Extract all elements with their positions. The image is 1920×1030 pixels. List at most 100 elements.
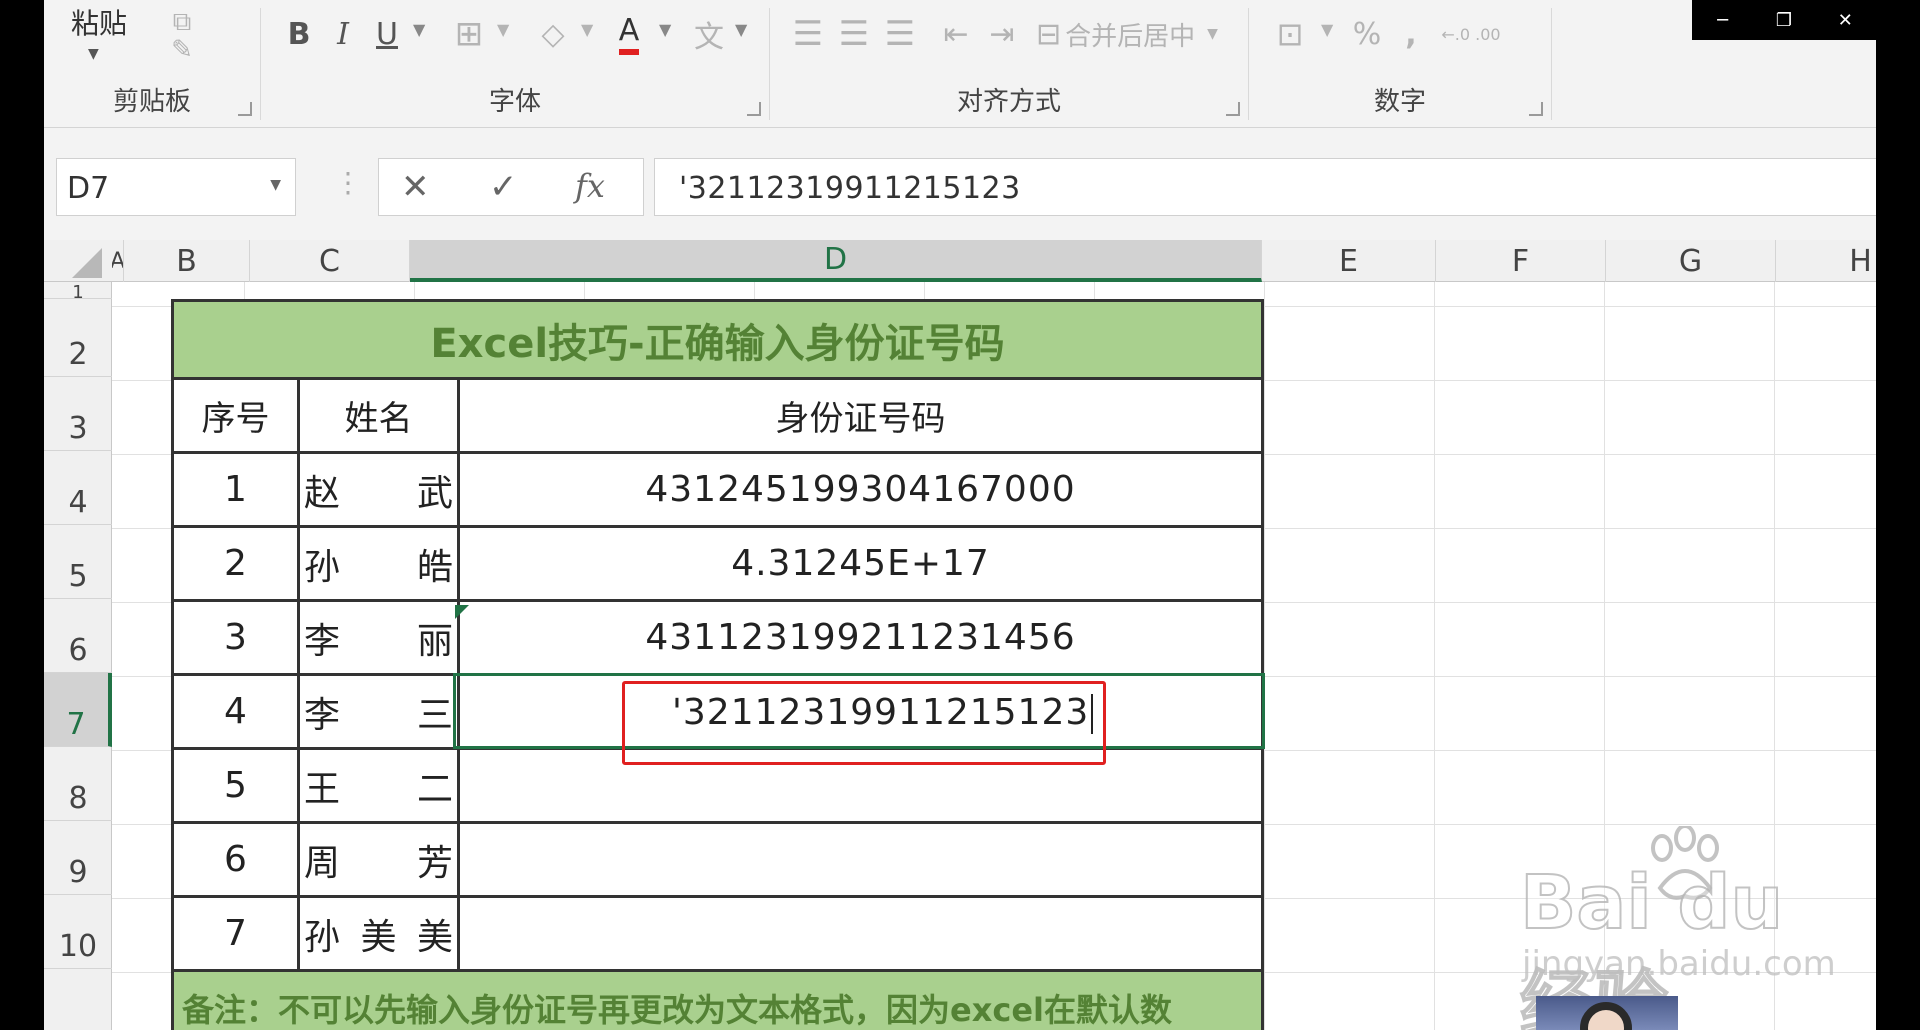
column-header-f[interactable]: F: [1436, 240, 1606, 282]
name-box[interactable]: D7 ▼: [56, 158, 296, 216]
italic-button[interactable]: I: [323, 12, 363, 56]
formula-bar-grip-icon[interactable]: ⋮: [334, 166, 362, 199]
merge-center-button[interactable]: ⊟ 合并后居中 ▼: [1036, 12, 1222, 56]
row-header-1[interactable]: 1: [44, 282, 112, 299]
align-right-icon[interactable]: ☰: [880, 12, 920, 56]
column-header-b[interactable]: B: [124, 240, 250, 282]
percent-button[interactable]: %: [1345, 12, 1389, 56]
cell-seq[interactable]: 1: [171, 451, 300, 528]
table-row: 3 李丽 431123199211231456: [171, 599, 1265, 676]
decrease-indent-icon[interactable]: ⇤: [936, 12, 976, 56]
cell-name[interactable]: 李三: [297, 673, 460, 750]
cell-id[interactable]: [456, 895, 1265, 972]
cell-name[interactable]: 赵武: [297, 451, 460, 528]
align-left-icon[interactable]: ☰: [788, 12, 828, 56]
row-header-5[interactable]: 5: [44, 525, 112, 599]
cell-name[interactable]: 孙皓: [297, 525, 460, 602]
formula-input[interactable]: '32112319911215123: [654, 158, 1876, 216]
name-box-dropdown-icon[interactable]: ▼: [270, 177, 281, 193]
cell-id[interactable]: 4.31245E+17: [456, 525, 1265, 602]
underline-button[interactable]: U: [367, 12, 407, 56]
format-painter-icon[interactable]: ✎: [162, 28, 202, 72]
cell-edit-value: '32112319911215123: [672, 692, 1090, 733]
column-header-h[interactable]: H: [1776, 240, 1876, 282]
row-header-2[interactable]: 2: [44, 299, 112, 377]
cell-name[interactable]: 孙美美: [297, 895, 460, 972]
clipboard-launcher-icon[interactable]: [238, 102, 252, 116]
cell-edit-text[interactable]: '32112319911215123: [672, 692, 1094, 734]
fill-color-icon[interactable]: ◇: [531, 12, 575, 56]
cell-id[interactable]: 431123199211231456: [456, 599, 1265, 676]
formula-bar-buttons: ✕ ✓ fx: [378, 158, 644, 216]
fill-dropdown-icon[interactable]: ▼: [581, 20, 593, 39]
cell-seq[interactable]: 7: [171, 895, 300, 972]
insert-function-button[interactable]: fx: [575, 167, 605, 205]
cell-seq[interactable]: 3: [171, 599, 300, 676]
alignment-group-label: 对齐方式: [956, 87, 1061, 117]
window-controls: ─ ❐ ✕: [1692, 0, 1876, 40]
column-header-a[interactable]: A: [112, 240, 124, 282]
align-center-icon[interactable]: ☰: [834, 12, 874, 56]
close-button[interactable]: ✕: [1815, 0, 1876, 40]
name-char: 李: [304, 620, 341, 662]
cell-seq[interactable]: 6: [171, 821, 300, 898]
cell-name[interactable]: 王二: [297, 747, 460, 824]
cancel-button[interactable]: ✕: [401, 167, 430, 207]
accounting-dropdown-icon[interactable]: ▼: [1321, 20, 1333, 39]
increase-indent-icon[interactable]: ⇥: [982, 12, 1022, 56]
column-header-c[interactable]: C: [250, 240, 410, 282]
cell-seq[interactable]: 5: [171, 747, 300, 824]
row-header-10[interactable]: 10: [44, 895, 112, 969]
decimals-label: ←.0 .00: [1441, 24, 1501, 44]
decimals-button[interactable]: ←.0 .00: [1441, 12, 1501, 56]
cell-seq[interactable]: 4: [171, 673, 300, 750]
header-seq[interactable]: 序号: [171, 377, 300, 454]
row-header-8[interactable]: 8: [44, 747, 112, 821]
header-id[interactable]: 身份证号码: [456, 377, 1265, 454]
header-name[interactable]: 姓名: [297, 377, 460, 454]
font-color-label: A: [618, 13, 640, 55]
alignment-launcher-icon[interactable]: [1226, 102, 1240, 116]
enter-button[interactable]: ✓: [489, 167, 518, 207]
restore-button[interactable]: ❐: [1753, 0, 1814, 40]
font-color-button[interactable]: A: [607, 12, 651, 56]
number-launcher-icon[interactable]: [1529, 102, 1543, 116]
row-header-3[interactable]: 3: [44, 377, 112, 451]
cell-name[interactable]: 李丽: [297, 599, 460, 676]
accounting-format-icon[interactable]: ⊡: [1265, 12, 1315, 56]
cell-id[interactable]: 431245199304167000: [456, 451, 1265, 528]
cell-seq[interactable]: 2: [171, 525, 300, 602]
border-dropdown-icon[interactable]: ▼: [497, 20, 509, 39]
column-header-e[interactable]: E: [1262, 240, 1436, 282]
phonetic-dropdown-icon[interactable]: ▼: [735, 20, 747, 39]
row-headers: 1 2 3 4 5 6 7 8 9 10: [44, 282, 112, 1030]
paste-button[interactable]: 粘贴: [64, 0, 134, 44]
row-header-7[interactable]: 7: [44, 673, 112, 747]
table-title[interactable]: Excel技巧-正确输入身份证号码: [170, 299, 1265, 380]
number-group-label: 数字: [1373, 87, 1426, 117]
column-header-d[interactable]: D: [410, 240, 1262, 282]
border-icon[interactable]: ⊞: [447, 12, 491, 56]
group-divider: [1551, 8, 1552, 120]
name-char: 孙: [304, 916, 341, 958]
select-all-icon[interactable]: [72, 248, 102, 278]
cell-name[interactable]: 周芳: [297, 821, 460, 898]
row-header-6[interactable]: 6: [44, 599, 112, 673]
row-header-9[interactable]: 9: [44, 821, 112, 895]
comma-button[interactable]: ,: [1393, 12, 1429, 56]
error-indicator-icon[interactable]: [455, 605, 469, 619]
bold-button[interactable]: B: [279, 12, 319, 56]
font-launcher-icon[interactable]: [747, 102, 761, 116]
note-cell[interactable]: 备注：不可以先输入身份证号再更改为文本格式，因为excel在默认数: [170, 969, 1265, 1030]
cell-id[interactable]: [456, 821, 1265, 898]
underline-dropdown-icon[interactable]: ▼: [413, 20, 425, 39]
row-header-4[interactable]: 4: [44, 451, 112, 525]
paste-dropdown-icon[interactable]: ▼: [88, 46, 99, 62]
minimize-button[interactable]: ─: [1692, 0, 1753, 40]
name-char: 周: [304, 842, 341, 884]
avatar-face-icon: [1580, 1002, 1632, 1030]
phonetic-button[interactable]: 文: [689, 12, 729, 56]
name-char: 美: [416, 916, 453, 958]
font-color-dropdown-icon[interactable]: ▼: [659, 20, 671, 39]
column-header-g[interactable]: G: [1606, 240, 1776, 282]
